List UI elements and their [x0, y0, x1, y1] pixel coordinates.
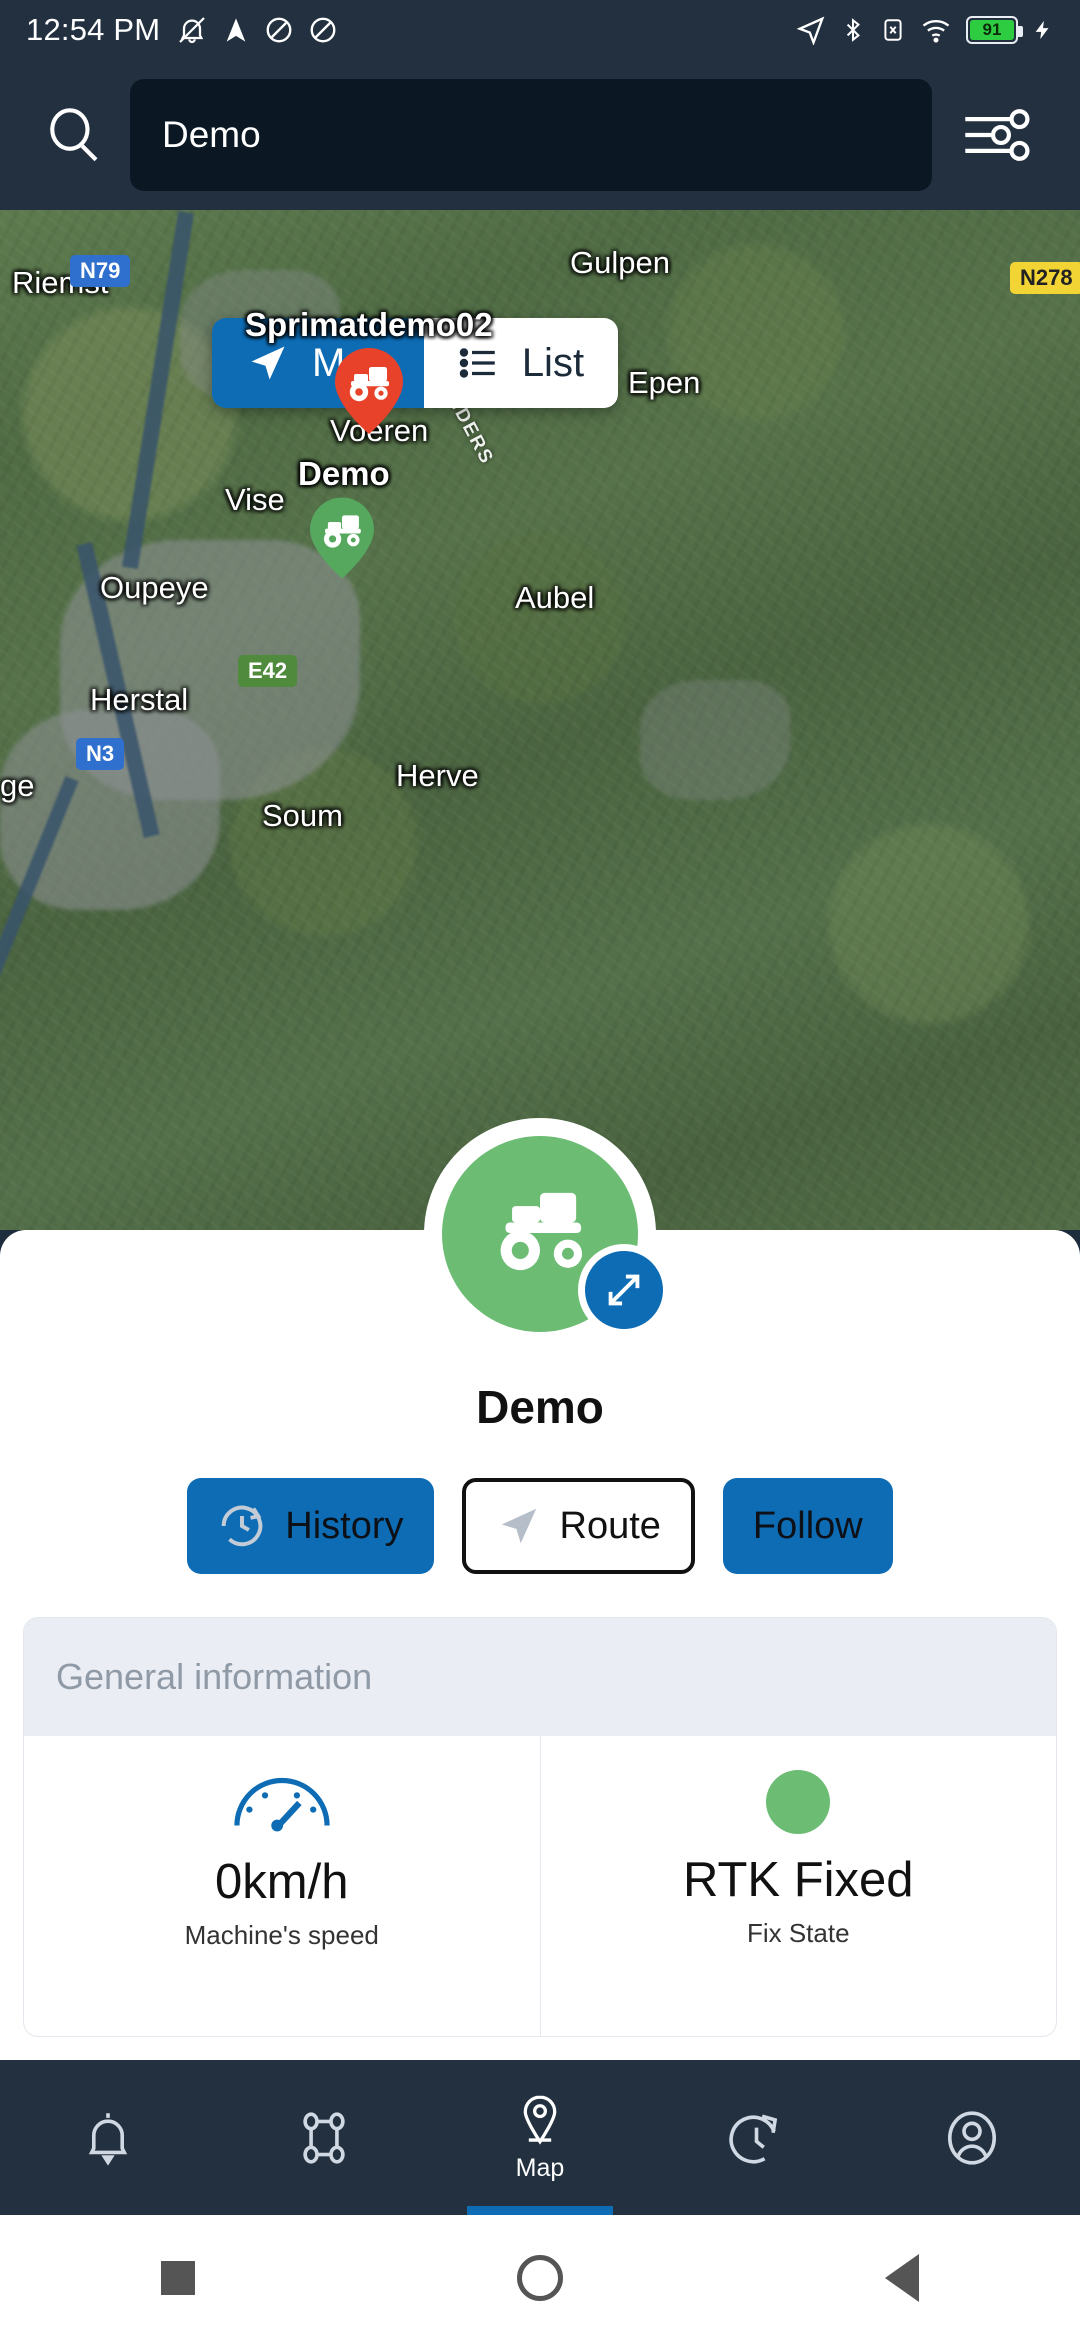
road-shield: N278: [1010, 262, 1080, 294]
fix-state-label: Fix State: [746, 1918, 850, 1948]
nav-item-alerts[interactable]: [0, 2060, 216, 2215]
road-shield: N3: [76, 738, 125, 770]
triangle-back-icon[interactable]: [885, 2253, 919, 2302]
tractor-icon: [334, 348, 403, 434]
expand-diagonal-icon: [608, 1274, 640, 1306]
search-input[interactable]: Demo: [130, 79, 932, 191]
map-pin: [334, 348, 403, 434]
map-marker-label: Demo: [298, 455, 390, 492]
map-place-label: Aubel: [515, 580, 595, 615]
nav-item-profile[interactable]: [864, 2060, 1080, 2215]
nav-active-indicator: [467, 2206, 613, 2215]
general-information-card: General information 0km/h Machine's spee…: [24, 1618, 1056, 2036]
navigation-arrow-icon: [226, 18, 246, 42]
map-place-label: Oupeye: [100, 570, 209, 605]
map-place-label: Herstal: [90, 682, 189, 717]
status-bar: 12:54 PM 91: [0, 0, 1080, 60]
nav-item-map-label: Map: [515, 2154, 565, 2182]
status-bar-left-icons: [176, 14, 338, 46]
machine-speed-label: Machine's speed: [184, 1920, 379, 1950]
map-marker-demo[interactable]: Demo: [298, 455, 390, 583]
status-bar-right-icons: 91: [796, 15, 1054, 45]
road-shield: E42: [238, 655, 298, 687]
do-not-disturb-icon: [310, 17, 336, 43]
profile-icon: [947, 2110, 997, 2165]
fix-state-value: RTK Fixed: [682, 1853, 914, 1907]
map-marker-sprimatdemo02[interactable]: Sprimatdemo02: [245, 306, 493, 434]
status-dot-icon: [766, 1770, 831, 1834]
road-shield: N79: [70, 255, 131, 287]
stat-machine-speed: 0km/h Machine's speed: [24, 1736, 540, 2036]
location-arrow-icon: [796, 16, 825, 45]
route-button-label: Route: [559, 1504, 661, 1547]
history-button[interactable]: History: [187, 1478, 434, 1574]
machine-speed-value: 0km/h: [215, 1855, 349, 1909]
square-icon[interactable]: [161, 2260, 195, 2295]
battery-level: 91: [982, 20, 1002, 39]
route-button[interactable]: Route: [461, 1478, 695, 1574]
speedometer-icon: [234, 1777, 330, 1832]
sliders-icon: [965, 109, 1030, 161]
filter-button[interactable]: [942, 103, 1052, 167]
expand-badge-button[interactable]: [578, 1244, 670, 1336]
field-boundary-icon: [303, 2111, 345, 2164]
map-marker-label: Sprimatdemo02: [245, 306, 493, 343]
map-place-label: Gulpen: [570, 245, 670, 280]
bluetooth-icon: [846, 18, 860, 42]
history-clock-icon: [221, 1505, 263, 1547]
follow-button-label: Follow: [752, 1504, 863, 1547]
machine-detail-sheet: Demo History Route Follow General inform…: [0, 1118, 1080, 2060]
charging-bolt-icon: [1035, 20, 1049, 40]
avatar[interactable]: [424, 1118, 670, 1350]
bottom-navigation: Map: [0, 2060, 1080, 2215]
nav-item-history[interactable]: [648, 2060, 864, 2215]
map-canvas[interactable]: Riemst Gulpen Epen Voeren Vise Oupeye Au…: [0, 210, 1080, 1230]
android-navigation-bar: [0, 2215, 1080, 2340]
nav-item-map[interactable]: Map: [432, 2060, 648, 2215]
action-buttons: History Route Follow: [0, 1478, 1080, 1574]
circle-icon[interactable]: [517, 2254, 563, 2301]
map-pin-icon: [523, 2095, 557, 2145]
status-bar-clock: 12:54 PM: [26, 12, 161, 47]
follow-button[interactable]: Follow: [722, 1478, 893, 1574]
page-title: Demo: [476, 1381, 604, 1433]
do-not-disturb-icon: [266, 17, 292, 43]
map-place-label: Epen: [628, 365, 701, 400]
search-button[interactable]: [28, 102, 120, 168]
search-header: Demo: [0, 60, 1080, 210]
avatar-circle: [442, 1136, 670, 1336]
bell-icon: [88, 2112, 128, 2166]
map-place-label: Vise: [225, 482, 285, 517]
general-information-body: 0km/h Machine's speed RTK Fixed Fix Stat…: [24, 1736, 1056, 2036]
navigation-arrow-icon: [501, 1508, 536, 1544]
battery-icon: 91: [966, 16, 1023, 44]
search-icon: [50, 108, 98, 162]
notifications-silenced-icon: [179, 17, 206, 44]
search-input-value: Demo: [162, 114, 261, 155]
map-place-label: ge: [0, 768, 35, 803]
general-information-header: General information: [24, 1618, 1056, 1736]
sim-missing-icon: [884, 19, 902, 41]
tractor-icon: [500, 1192, 583, 1271]
history-clock-icon: [729, 2114, 778, 2163]
history-button-label: History: [285, 1504, 404, 1547]
nav-item-fields[interactable]: [216, 2060, 432, 2215]
map-place-label: Herve: [396, 758, 479, 793]
map-place-label: Soum: [262, 798, 343, 833]
stat-fix-state: RTK Fixed Fix State: [539, 1736, 1057, 2036]
tractor-icon: [309, 497, 374, 579]
map-pin: [309, 497, 378, 583]
tab-list-label: List: [521, 340, 585, 385]
wifi-icon: [922, 20, 950, 43]
map-urban-area: [640, 680, 790, 800]
